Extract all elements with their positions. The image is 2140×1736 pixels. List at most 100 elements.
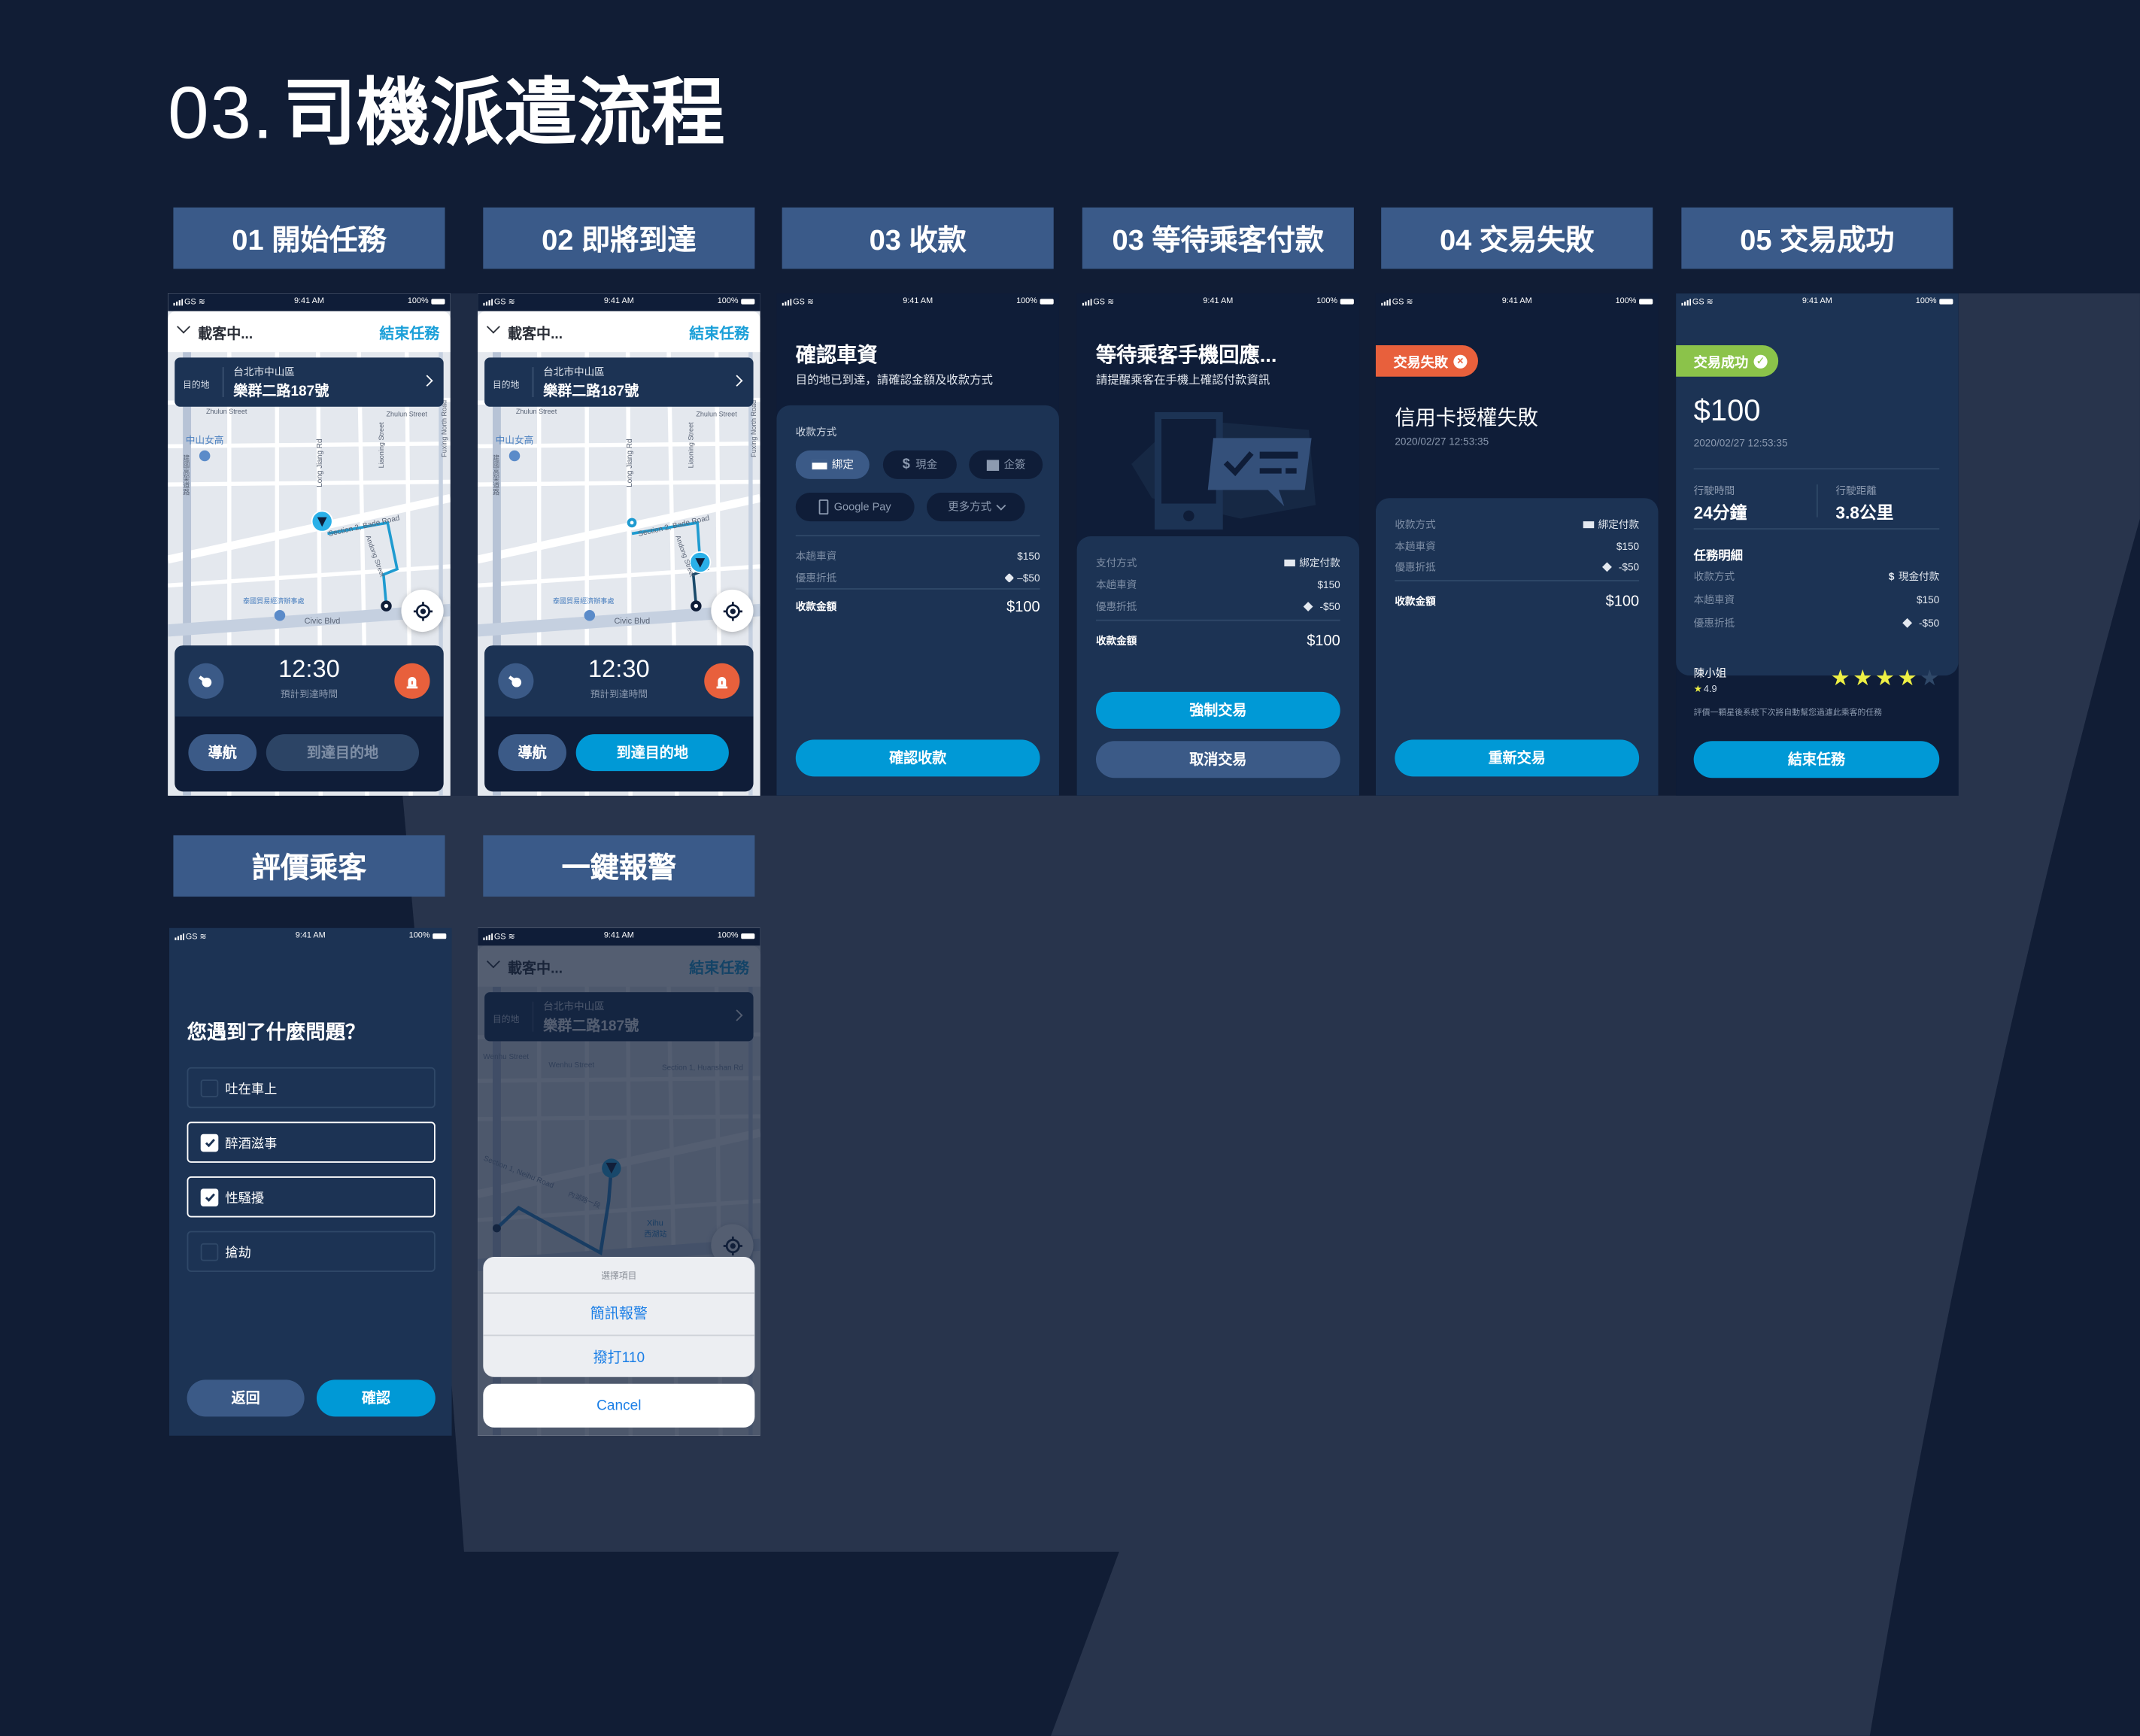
destination-address: 樂群二路187號: [233, 383, 329, 400]
divider: [1095, 619, 1340, 621]
section-header-success: 05 交易成功: [1681, 207, 1953, 269]
chevron-down-icon[interactable]: [486, 320, 500, 334]
method-chip-bound[interactable]: 綁定: [795, 450, 870, 479]
back-button[interactable]: 返回: [187, 1379, 305, 1417]
chevron-right-icon: [421, 375, 433, 387]
force-transaction-button[interactable]: 強制交易: [1095, 691, 1340, 729]
option-label: 醉酒滋事: [225, 1137, 278, 1152]
checkbox[interactable]: [200, 1243, 219, 1261]
emergency-alarm-button[interactable]: [704, 663, 740, 699]
dollar-icon: $: [902, 457, 910, 472]
chevron-down-icon[interactable]: [177, 320, 191, 334]
star-icon[interactable]: ★: [1920, 665, 1939, 692]
cancel-transaction-button[interactable]: 取消交易: [1095, 741, 1340, 778]
office-pin-icon: [584, 610, 596, 621]
arrive-destination-button[interactable]: 到達目的地: [266, 734, 420, 772]
status-bar: GS ≋ 9:41 AM 100%: [169, 928, 452, 946]
destination-district: 台北市中山區: [543, 366, 605, 378]
distance-label: 行駛距離: [1835, 484, 1877, 497]
battery-icon: [741, 299, 755, 305]
screen-title: 等待乘客手機回應...: [1095, 344, 1277, 368]
star-icon[interactable]: ★: [1853, 665, 1872, 692]
issue-option[interactable]: 搶劫: [187, 1231, 436, 1273]
battery: 100%: [1316, 298, 1354, 305]
chevron-right-icon: [731, 375, 743, 387]
destination-card[interactable]: 目的地台北市中山區樂群二路187號: [175, 357, 444, 407]
confirm-button[interactable]: 確認: [316, 1379, 436, 1417]
total-row: 收款金額 $100: [1095, 633, 1340, 650]
method-chip-corporate[interactable]: 企簽: [969, 450, 1043, 479]
destination-card[interactable]: 目的地台北市中山區樂群二路187號: [484, 357, 754, 407]
map-label: 建國高架道路: [182, 454, 190, 496]
map-label: Zhulun Street: [386, 410, 427, 417]
question-title: 您遇到了什麼問題？: [187, 1021, 366, 1045]
status-bar: GS ≋ 9:41 AM 100%: [1376, 293, 1659, 311]
issue-option[interactable]: 性騷擾: [187, 1176, 436, 1218]
chevron-down-icon: [995, 499, 1006, 510]
map-label: Long Jiang Rd: [626, 439, 634, 487]
emergency-alarm-button[interactable]: [394, 663, 430, 699]
success-badge: 交易成功 ✓: [1676, 345, 1779, 377]
confirm-collect-button[interactable]: 確認收款: [795, 739, 1040, 777]
locate-button[interactable]: [711, 589, 754, 633]
navigate-button[interactable]: 導航: [498, 734, 566, 772]
star-icon[interactable]: ★: [1875, 665, 1895, 692]
alarm-siren-icon: [406, 676, 418, 689]
screen-subtitle: 請提醒乘客在手機上確認付款資訊: [1095, 372, 1270, 387]
checkbox[interactable]: [200, 1133, 219, 1152]
battery-icon: [741, 933, 755, 939]
fare-row: 本趟車資 $150: [1693, 593, 1940, 606]
office-pin-icon: [274, 610, 286, 621]
navigate-button[interactable]: 導航: [188, 734, 257, 772]
section-header-collect: 03 收款: [782, 207, 1054, 269]
status-bar: GS ≋ 9:41 AM 100%: [478, 927, 760, 946]
option-label: 搶劫: [225, 1246, 251, 1261]
school-pin-icon: [508, 450, 521, 462]
method-chip-more[interactable]: 更多方式: [926, 492, 1025, 522]
tag-icon: [1303, 602, 1313, 612]
star-rating[interactable]: ★ ★ ★ ★ ★: [1831, 665, 1940, 692]
divider: [1395, 580, 1640, 581]
star-icon[interactable]: ★: [1831, 665, 1850, 692]
alarm-siren-icon: [716, 676, 728, 689]
checkbox[interactable]: [200, 1079, 219, 1097]
phone-start-task: Zhulun Street Zhulun Street Long Jiang R…: [168, 293, 451, 796]
checkbox[interactable]: [200, 1188, 219, 1206]
phone-rate-passenger: GS ≋ 9:41 AM 100% 您遇到了什麼問題？ 吐在車上 醉酒滋事 性騷擾 搶劫 …: [168, 927, 452, 1436]
battery: 100%: [409, 932, 447, 940]
divider: [1816, 484, 1818, 517]
issue-option[interactable]: 醉酒滋事: [187, 1121, 436, 1163]
map-label: 建國高架道路: [492, 454, 500, 496]
end-task-link[interactable]: 結束任務: [689, 322, 749, 344]
check-circle-icon: ✓: [1753, 354, 1768, 368]
divider: [1693, 468, 1940, 470]
call-110-option[interactable]: 撥打110: [483, 1336, 754, 1376]
destination-district: 台北市中山區: [233, 366, 295, 378]
trip-status: 載客中...: [507, 326, 563, 343]
status-bar: GS ≋ 9:41 AM 100%: [776, 293, 1059, 311]
locate-button[interactable]: [401, 589, 444, 633]
rating-note: 評價一顆星後系統下次將自動幫您過濾此乘客的任務: [1693, 709, 1883, 718]
method-chip-google-pay[interactable]: Google Pay: [795, 492, 915, 522]
issue-option[interactable]: 吐在車上: [187, 1067, 436, 1109]
method-chip-cash[interactable]: $ 現金: [882, 450, 957, 479]
section-header-arriving: 02 即將到達: [483, 207, 755, 269]
fare-row: 本趟車資 $150: [795, 550, 1040, 563]
arrive-destination-button[interactable]: 到達目的地: [575, 734, 729, 772]
phone-arriving: Zhulun Street Zhulun Street Long Jiang R…: [478, 293, 760, 796]
credit-card-icon: [811, 460, 827, 470]
tag-icon: [1902, 618, 1913, 628]
method-label: 收款方式: [795, 426, 837, 439]
sms-report-option[interactable]: 簡訊報警: [483, 1292, 755, 1337]
trip-header: 載客中... 結束任務: [478, 311, 760, 353]
tag-icon: [1602, 562, 1612, 572]
retry-transaction-button[interactable]: 重新交易: [1395, 739, 1640, 777]
end-task-button[interactable]: 結束任務: [1693, 741, 1940, 778]
action-sheet: 選擇項目 簡訊報警 撥打110: [483, 1257, 755, 1377]
page-title: 03. 司機派遣流程: [168, 72, 725, 155]
end-task-link[interactable]: 結束任務: [379, 322, 439, 344]
star-icon[interactable]: ★: [1898, 665, 1917, 692]
map-label: 中山女高: [186, 435, 224, 446]
map-label: Zhulun Street: [696, 410, 737, 417]
cancel-button[interactable]: Cancel: [483, 1383, 755, 1428]
